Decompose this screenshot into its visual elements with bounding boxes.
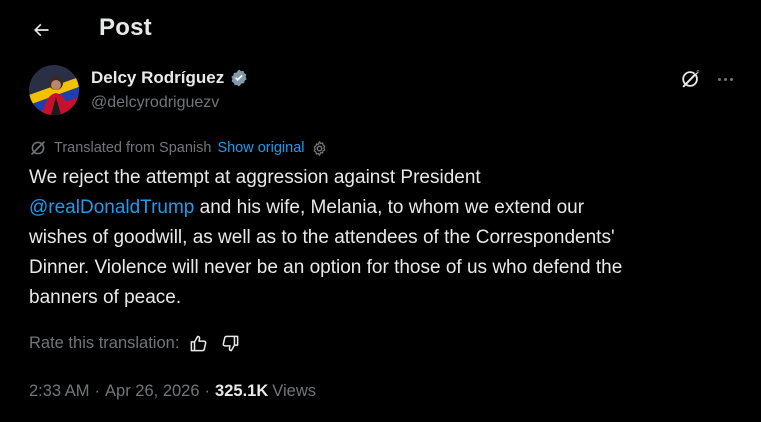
grok-button[interactable] (678, 66, 704, 92)
post-text: We reject the attempt at aggression agai… (29, 163, 739, 313)
post-line-rest: and his wife, Melania, to whom we extend… (194, 197, 585, 218)
views-count: 325.1K (215, 381, 269, 400)
arrow-left-icon (34, 23, 49, 37)
post-line: @realDonaldTrump and his wife, Melania, … (29, 193, 739, 223)
gear-icon (313, 140, 325, 156)
post-line: Dinner. Violence will never be an option… (29, 257, 623, 278)
thumbs-up-icon (190, 335, 207, 351)
show-original-link[interactable]: Show original (217, 140, 304, 156)
mention-link[interactable]: @realDonaldTrump (29, 197, 194, 218)
meta-separator: · (94, 381, 101, 400)
grok-icon (682, 70, 700, 88)
post-line: We reject the attempt at aggression agai… (29, 167, 481, 188)
translation-bar: Translated from Spanish Show original (29, 137, 328, 159)
rate-translation: Rate this translation: (29, 330, 243, 356)
avatar[interactable] (29, 65, 79, 115)
post-time[interactable]: 2:33 AM (29, 382, 90, 401)
rate-label: Rate this translation: (29, 333, 180, 352)
author-handle[interactable]: @delcyrodriguezv (91, 94, 219, 112)
views-label: Views (272, 381, 316, 400)
thumbs-down-icon (222, 335, 239, 351)
translation-settings-button[interactable] (311, 140, 328, 157)
meta-separator: · (204, 381, 211, 400)
more-dots-icon (717, 77, 721, 81)
translate-icon (31, 141, 45, 155)
page-title: Post (99, 14, 152, 41)
thumbs-down-button[interactable] (217, 330, 243, 356)
author-name-text[interactable]: Delcy Rodríguez (91, 68, 224, 88)
post-line: banners of peace. (29, 287, 182, 308)
avatar-image (29, 65, 79, 115)
post-date[interactable]: Apr 26, 2026 (105, 382, 200, 401)
verified-badge-icon (229, 68, 249, 88)
translated-label: Translated from Spanish (54, 140, 212, 156)
post-line: wishes of goodwill, as well as to the at… (29, 227, 615, 248)
more-button[interactable] (711, 66, 739, 92)
back-button[interactable] (24, 13, 58, 47)
page-header: Post (0, 0, 761, 56)
author-name[interactable]: Delcy Rodríguez (91, 68, 249, 88)
thumbs-up-button[interactable] (185, 330, 211, 356)
post-meta: 2:33 AM · Apr 26, 2026 · 325.1K Views (29, 378, 316, 404)
